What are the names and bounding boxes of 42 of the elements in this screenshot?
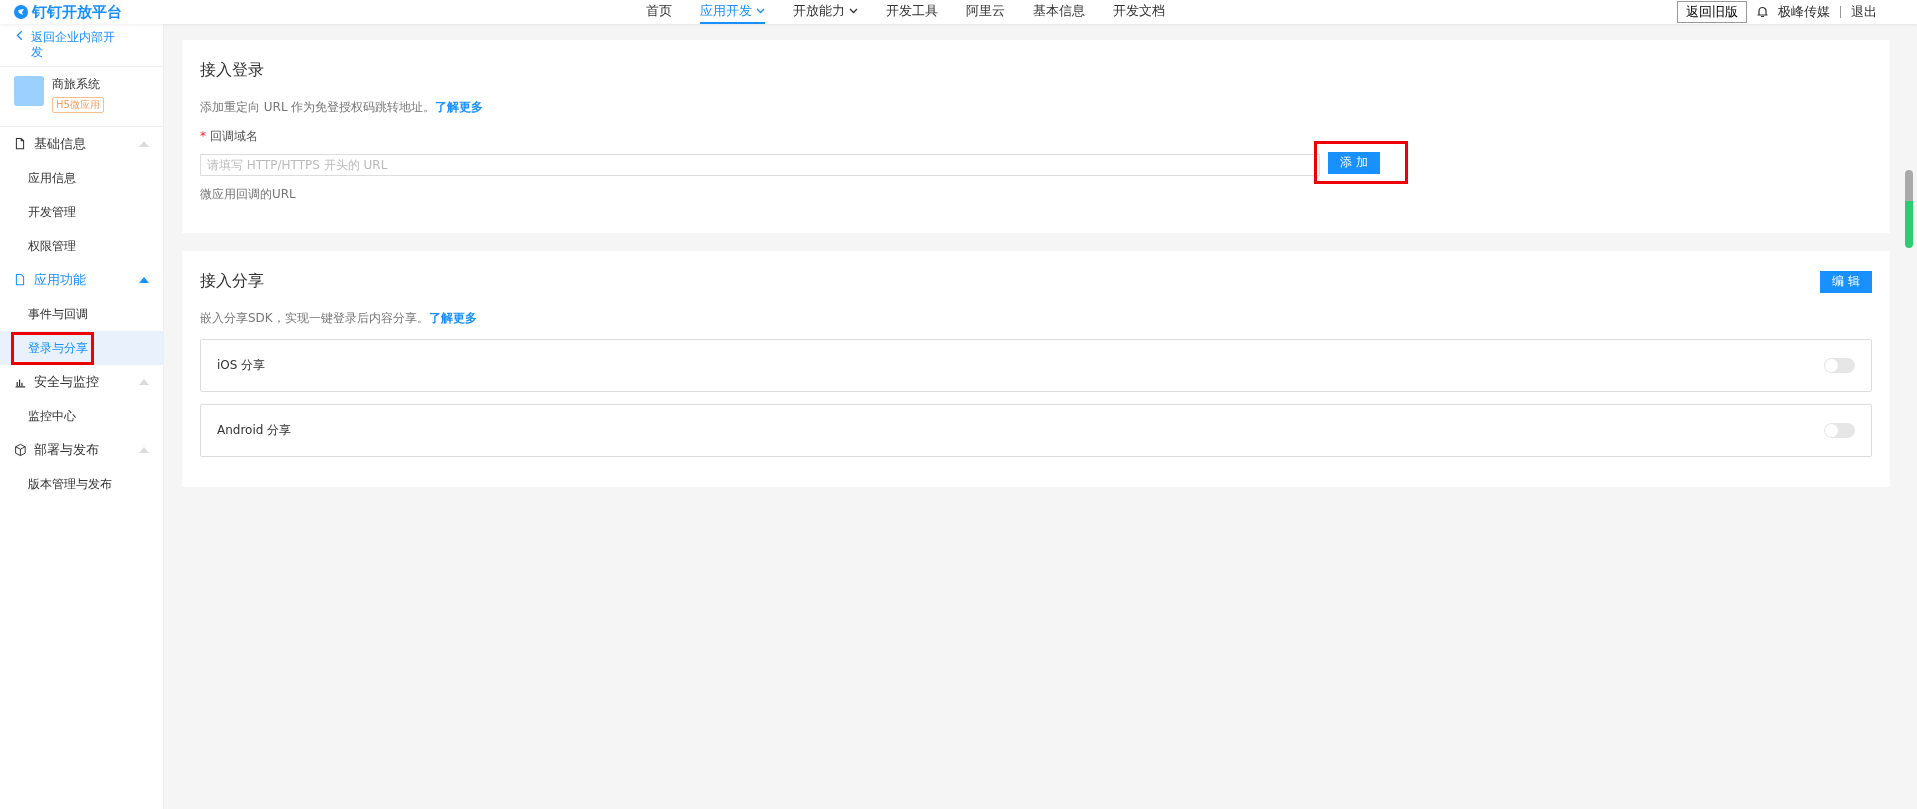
option-label: iOS 分享 <box>217 356 266 374</box>
field-hint: 微应用回调的URL <box>200 185 297 203</box>
app-name: 商旅系统 <box>52 76 101 93</box>
description: 嵌入分享SDK，实现一键登录后内容分享。了解更多 <box>200 309 478 327</box>
chevron-icon <box>849 8 858 14</box>
sidebar-group[interactable]: 部署与发布 <box>0 433 163 467</box>
nav-tab[interactable]: 开发工具 <box>886 0 938 24</box>
nav-tab[interactable]: 基本信息 <box>1033 0 1085 24</box>
sidebar-item[interactable]: 开发管理 <box>0 195 163 229</box>
logout-link[interactable]: 退出 <box>1851 3 1877 21</box>
document-icon <box>14 137 26 151</box>
logo-text: 钉钉开放平台 <box>32 2 122 22</box>
old-version-button[interactable]: 返回旧版 <box>1677 1 1747 23</box>
nav-tab[interactable]: 首页 <box>646 0 672 24</box>
nav-tab[interactable]: 开放能力 <box>793 0 858 24</box>
toggle-switch[interactable] <box>1824 422 1855 438</box>
toggle-switch[interactable] <box>1824 357 1855 373</box>
sidebar-item[interactable]: 版本管理与发布 <box>0 467 163 501</box>
logo-icon <box>14 5 28 19</box>
field-label: * 回调域名 <box>200 128 259 145</box>
sidebar-group[interactable]: 安全与监控 <box>0 365 163 399</box>
description: 添加重定向 URL 作为免登授权码跳转地址。了解更多 <box>200 99 485 116</box>
document-icon <box>14 273 26 287</box>
app-type-tag: H5微应用 <box>52 97 104 113</box>
nav-tab[interactable]: 阿里云 <box>966 0 1005 24</box>
user-name[interactable]: 极峰传媒 <box>1778 3 1830 21</box>
chevron-icon <box>756 8 765 14</box>
url-input-field[interactable]: 请填写 HTTP/HTTPS 开头的 URL <box>200 154 1320 177</box>
option-label: Android 分享 <box>217 421 292 439</box>
sidebar-item[interactable]: 事件与回调 <box>0 297 163 331</box>
sidebar-item[interactable]: 应用信息 <box>0 161 163 195</box>
scrollbar[interactable] <box>1905 170 1913 248</box>
app-icon <box>14 76 44 106</box>
section-title: 接入登录 <box>200 60 265 81</box>
section-title: 接入分享 <box>200 270 264 292</box>
sidebar-group[interactable]: 基础信息 <box>0 127 163 161</box>
cube-icon <box>14 443 26 457</box>
sidebar-item[interactable]: 权限管理 <box>0 229 163 263</box>
nav-tab[interactable]: 开发文档 <box>1113 0 1165 24</box>
chevron-left-icon <box>16 30 23 41</box>
bell-icon[interactable] <box>1757 6 1768 18</box>
sidebar-item[interactable]: 监控中心 <box>0 399 163 433</box>
